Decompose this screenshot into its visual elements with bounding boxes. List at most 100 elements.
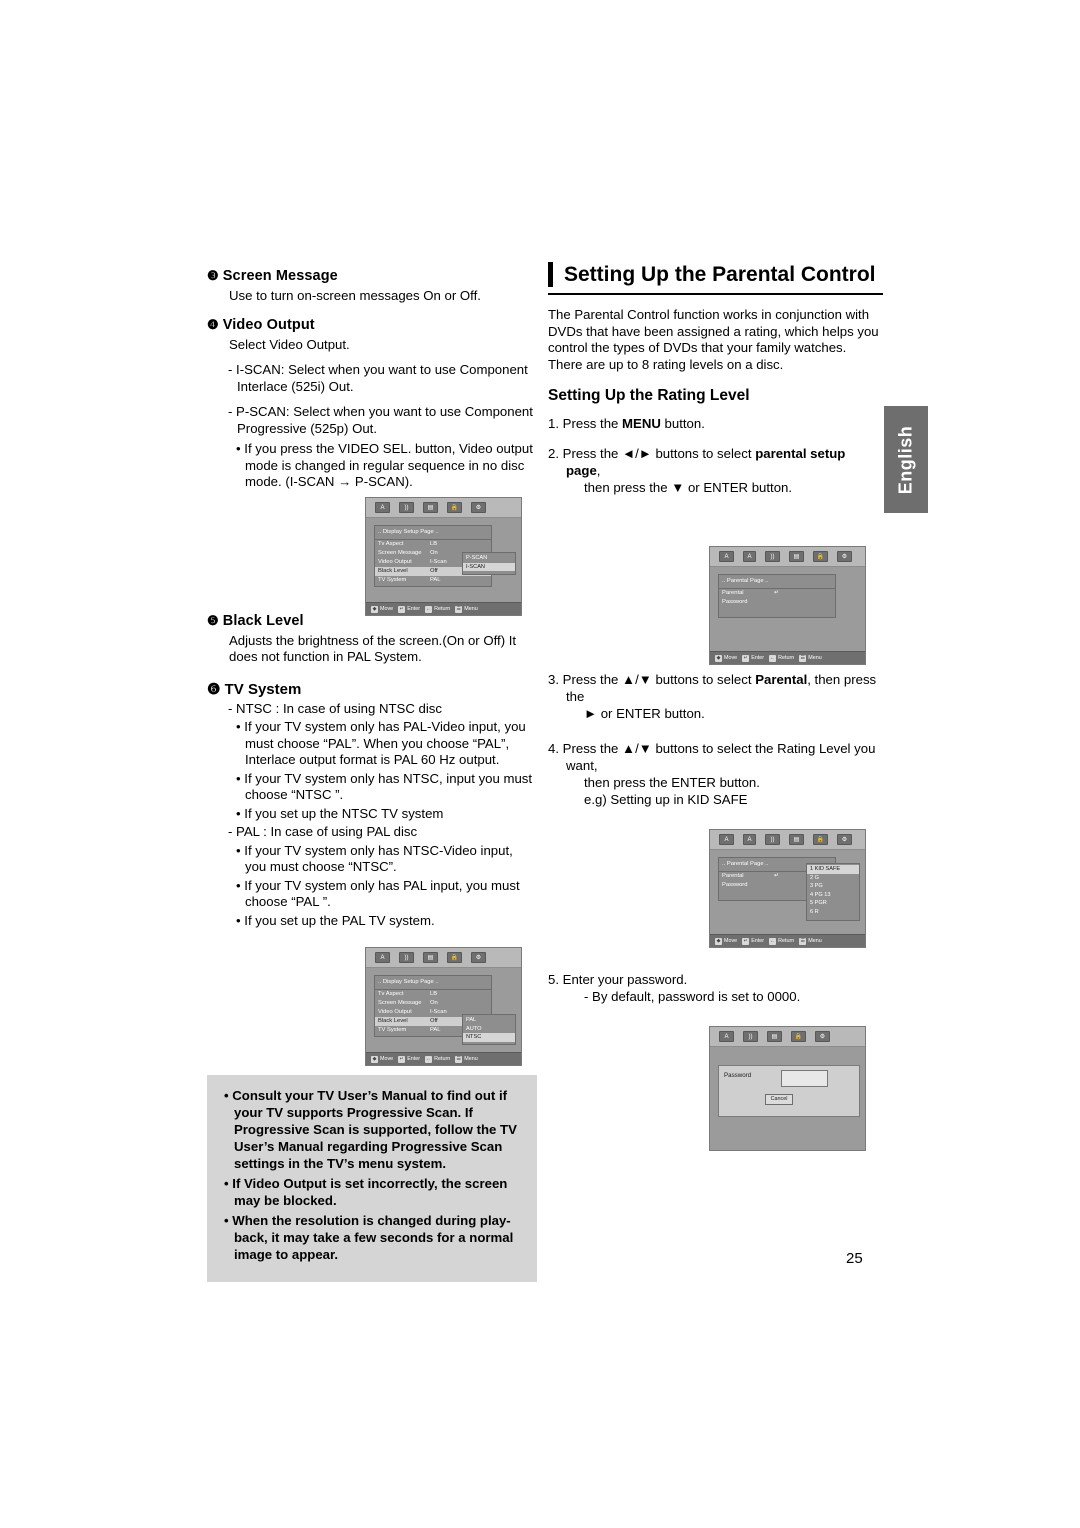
note-item-1: • If Video Output is set incorrectly, th…	[224, 1176, 508, 1208]
osd-bottom-menu: ☰ Menu	[799, 654, 822, 662]
video-output-body: Select Video Output.	[229, 336, 350, 352]
osd-top-icon-bar: A A )) ▤ 🔒 ⚙	[710, 830, 865, 850]
lock-icon: 🔒	[447, 952, 462, 963]
osd-row-value: On	[430, 1000, 438, 1006]
osd-row-value	[774, 598, 832, 607]
step-text: Press the	[562, 416, 623, 431]
password-dialog: Password Cancel	[718, 1065, 860, 1117]
step-subline: then press the ENTER button.	[584, 775, 760, 790]
osd-bottom-return: ← Return	[769, 654, 795, 662]
osd-top-icon-bar: A )) ▤ 🔒 ⚙	[366, 948, 521, 968]
osd-row-value: ↵	[774, 590, 779, 596]
osd-rating-option[interactable]: 3 PG	[807, 882, 859, 891]
osd-bottom-menu: ☰ Menu	[455, 1055, 478, 1063]
osd-row[interactable]: Tv Aspect LB	[375, 540, 491, 549]
tv-system-item-1: • If your TV system only has PAL-Video i…	[236, 719, 526, 767]
tv-system-heading: ❻ TV System	[207, 680, 537, 698]
list-marker-2: ❸	[207, 268, 219, 283]
osd-row-value: LB	[430, 541, 438, 547]
step-bold: MENU	[622, 416, 661, 431]
osd-display-setup-pscan: A )) ▤ 🔒 ⚙ .. Display Setup Page .. Tv A…	[365, 497, 522, 616]
return-icon: ←	[769, 937, 777, 945]
step-3: 3. Press the ▲/▼ buttons to select Paren…	[548, 671, 883, 722]
screen-message-heading: ❸ Screen Message	[207, 268, 537, 284]
black-level-body: Adjusts the brightness of the screen.(On…	[229, 632, 517, 665]
osd-rating-option[interactable]: 6 R	[807, 908, 859, 917]
osd-top-icon-bar: A A )) ▤ 🔒 ⚙	[710, 547, 865, 567]
return-icon: ←	[769, 654, 777, 662]
osd-side-option[interactable]: AUTO	[463, 1025, 515, 1034]
password-input[interactable]	[781, 1070, 828, 1087]
manual-page: ❸ Screen Message Use to turn on-screen me…	[0, 0, 1080, 1528]
list-marker-5: ❻	[207, 680, 221, 698]
note-item-0: • Consult your TV User’s Manual to find …	[224, 1088, 517, 1171]
step-4: 4. Press the ▲/▼ buttons to select the R…	[548, 740, 883, 808]
osd-row[interactable]: Parental ↵	[719, 589, 835, 598]
intro-paragraph: The Parental Control function works in c…	[548, 307, 879, 372]
osd-side-option[interactable]: PAL	[463, 1016, 515, 1025]
osd-side-option-selected[interactable]: I-SCAN	[463, 562, 515, 572]
osd-row-value: PAL	[430, 577, 441, 583]
osd-rating-options: 1 KID SAFE 2 G 3 PG 4 PG 13 5 PGR 6 R	[806, 863, 860, 921]
video-output-item-1: - P-SCAN: Select when you want to use Co…	[228, 404, 533, 436]
step-tail: button.	[660, 416, 705, 431]
menu-icon: ☰	[455, 605, 463, 613]
osd-row-label: Tv Aspect	[378, 991, 404, 997]
step-number: 2.	[548, 446, 559, 461]
osd-row-label: Tv Aspect	[378, 541, 404, 547]
audio-icon: ))	[765, 551, 780, 562]
enter-icon: ↵	[398, 1055, 406, 1063]
tv-system-title: TV System	[224, 680, 302, 698]
display-icon: ▤	[423, 952, 438, 963]
step-1: 1. Press the MENU button.	[548, 415, 883, 432]
osd-rating-option[interactable]: 5 PGR	[807, 899, 859, 908]
password-label: Password	[724, 1072, 752, 1079]
osd-row-label: Parental	[722, 873, 744, 879]
list-marker-4: ❺	[207, 612, 219, 628]
language-icon: A	[719, 1031, 734, 1042]
osd-side-option[interactable]: P-SCAN	[463, 554, 515, 563]
osd-row-label: TV System	[378, 1027, 407, 1033]
osd-row-value: LB	[430, 991, 438, 997]
display-icon: ▤	[423, 502, 438, 513]
osd-side-option-selected[interactable]: NTSC	[463, 1033, 515, 1042]
step-subline: then press the ▼ or ENTER button.	[584, 480, 793, 495]
video-output-item-0: - I-SCAN: Select when you want to use Co…	[228, 362, 528, 394]
step-subline: - By default, password is set to 0000.	[584, 989, 801, 1004]
osd-bottom-menu: ☰ Menu	[455, 605, 478, 613]
dpad-icon: ◆	[715, 937, 722, 945]
dpad-icon: ◆	[371, 605, 378, 613]
setup-icon: ⚙	[815, 1031, 830, 1042]
audio-icon: ))	[765, 834, 780, 845]
osd-bottom-return: ← Return	[425, 605, 451, 613]
osd-row-label: Screen Message	[378, 550, 422, 556]
osd-row[interactable]: Password	[719, 598, 835, 607]
osd-rating-option[interactable]: 4 PG 13	[807, 891, 859, 900]
osd-side-options: PAL AUTO NTSC	[462, 1014, 516, 1045]
step-text: Press the ▲/▼ buttons to select	[562, 672, 756, 687]
tv-system-item-4: - PAL : In case of using PAL disc	[228, 824, 418, 839]
osd-parental-panel: .. Parental Page .. Parental ↵ Password	[718, 574, 836, 618]
osd-row-label: Password	[722, 599, 748, 605]
osd-bottom-move: ◆ Move	[715, 937, 738, 945]
osd-bottom-enter: ↵ Enter	[398, 605, 421, 613]
dpad-icon: ◆	[715, 654, 722, 662]
tv-system-item-0: - NTSC : In case of using NTSC disc	[228, 700, 442, 716]
osd-row-label: Parental	[722, 590, 744, 596]
side-language-tab: English	[884, 406, 928, 513]
osd-rating-option-selected[interactable]: 1 KID SAFE	[807, 865, 859, 874]
enter-icon: ↵	[742, 937, 750, 945]
step-bold: Parental	[755, 672, 808, 687]
osd-rating-option[interactable]: 2 G	[807, 874, 859, 883]
osd-row[interactable]: Tv Aspect LB	[375, 990, 491, 999]
osd-panel-title: .. Display Setup Page ..	[375, 526, 491, 540]
step-number: 5.	[548, 972, 559, 987]
step-subline: ► or ENTER button.	[584, 706, 705, 721]
osd-row[interactable]: Screen Message On	[375, 999, 491, 1008]
osd-row-label: Black Level	[378, 1018, 408, 1024]
cancel-button[interactable]: Cancel	[765, 1094, 793, 1105]
display-icon: ▤	[789, 834, 804, 845]
return-icon: ←	[425, 1055, 433, 1063]
dpad-icon: ◆	[371, 1055, 378, 1063]
osd-row[interactable]: TV System PAL	[375, 576, 491, 585]
